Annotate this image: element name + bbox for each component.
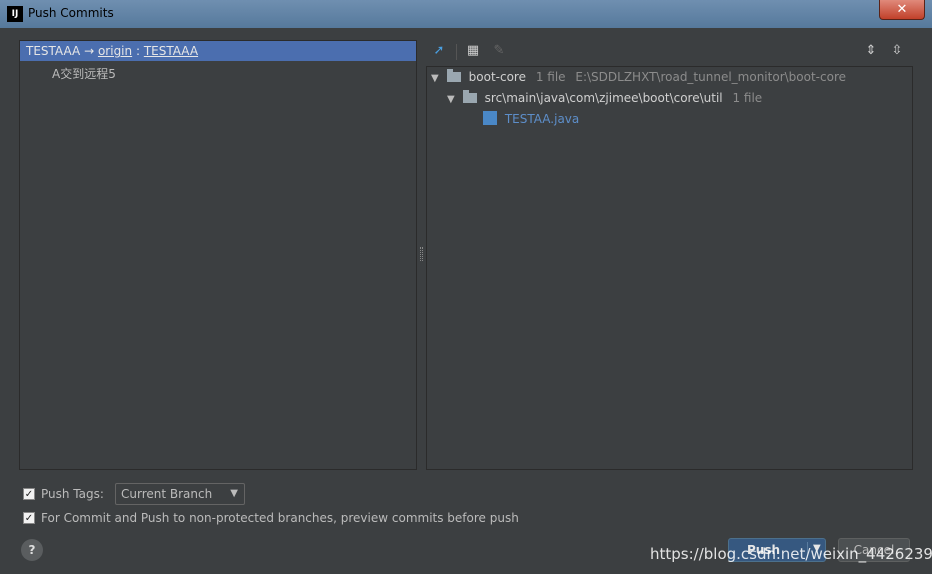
expand-all-icon[interactable]: ⇕ <box>862 42 880 60</box>
chevron-down-icon: ▼ <box>230 488 238 499</box>
changes-toolbar: ➚ ▦ ✎ ⇕ ⇳ <box>426 40 912 64</box>
changes-tree: ▼ boot-core 1 file E:\SDDLZHXT\road_tunn… <box>426 66 913 470</box>
tree-module-row[interactable]: ▼ boot-core 1 file E:\SDDLZHXT\road_tunn… <box>431 67 846 87</box>
module-path: E:\SDDLZHXT\road_tunnel_monitor\boot-cor… <box>575 70 846 84</box>
push-tags-label: Push Tags: <box>41 487 104 501</box>
module-count: 1 file <box>535 70 566 84</box>
close-button[interactable]: ✕ <box>879 0 925 20</box>
help-button[interactable]: ? <box>21 539 43 561</box>
tree-file-row[interactable]: TESTAA.java <box>483 109 579 129</box>
tree-package-row[interactable]: ▼ src\main\java\com\zjimee\boot\core\uti… <box>447 88 762 108</box>
collapse-all-icon[interactable]: ⇳ <box>888 42 906 60</box>
package-name: src\main\java\com\zjimee\boot\core\util <box>484 91 723 105</box>
branch-row[interactable]: TESTAAA → origin : TESTAAA <box>20 41 416 61</box>
toolbar-separator <box>456 44 457 60</box>
module-name: boot-core <box>468 70 526 84</box>
app-icon: IJ <box>7 6 23 22</box>
expand-triangle-icon[interactable]: ▼ <box>431 69 443 89</box>
title-bar: IJ Push Commits ✕ <box>0 0 932 28</box>
commits-panel: TESTAAA → origin : TESTAAA A交到远程5 <box>19 40 417 470</box>
file-name: TESTAA.java <box>504 112 580 126</box>
branch-separator: : <box>135 44 140 58</box>
remote-branch-link[interactable]: TESTAAA <box>144 44 198 58</box>
preview-label: For Commit and Push to non-protected bra… <box>41 511 519 525</box>
push-tags-value: Current Branch <box>121 487 213 501</box>
package-count: 1 file <box>732 91 763 105</box>
remote-link[interactable]: origin <box>98 44 132 58</box>
group-by-icon[interactable]: ▦ <box>464 42 482 60</box>
arrow: → <box>84 44 95 58</box>
package-folder-icon <box>462 90 477 103</box>
java-file-icon <box>483 111 497 125</box>
edit-icon[interactable]: ✎ <box>490 42 508 60</box>
expand-diff-icon[interactable]: ➚ <box>430 42 448 60</box>
commit-item[interactable]: A交到远程5 <box>52 65 116 82</box>
module-folder-icon <box>446 69 461 82</box>
local-branch: TESTAAA <box>26 44 81 58</box>
push-tags-dropdown[interactable]: Current Branch ▼ <box>115 483 245 505</box>
expand-triangle-icon[interactable]: ▼ <box>447 90 459 110</box>
push-tags-checkbox[interactable]: ✓ <box>23 488 35 500</box>
window-title: Push Commits <box>28 6 114 20</box>
watermark: https://blog.csdn.net/weixin_44262390 <box>650 545 932 563</box>
preview-checkbox[interactable]: ✓ <box>23 512 35 524</box>
panel-splitter[interactable] <box>420 247 423 261</box>
